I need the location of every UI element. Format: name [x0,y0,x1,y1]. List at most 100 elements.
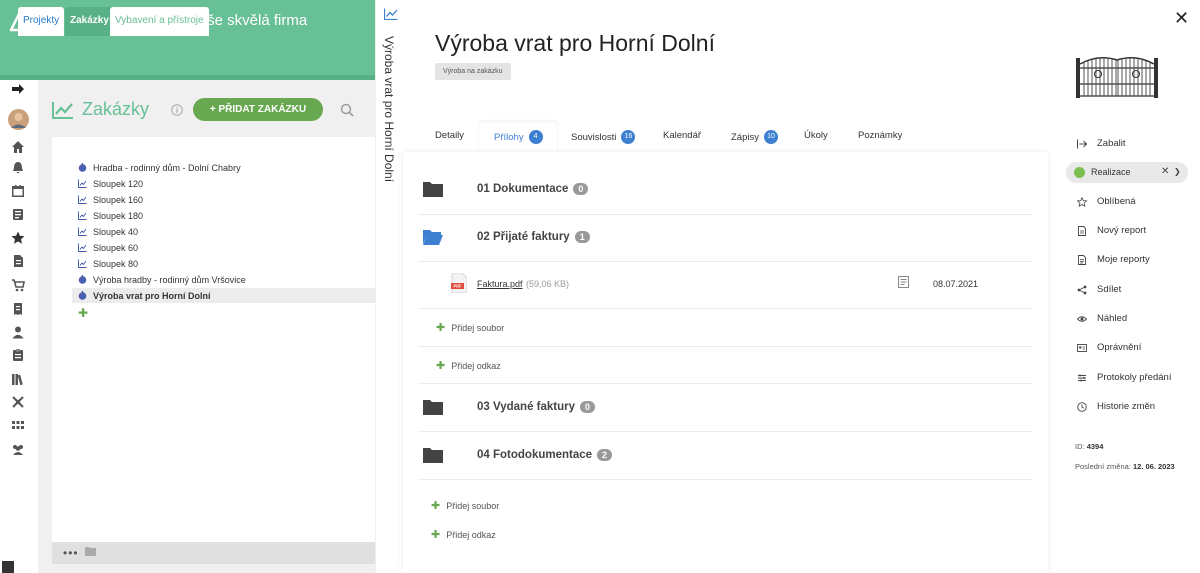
tab-zakazky[interactable]: Zakázky [65,7,114,36]
list-item[interactable]: Sloupek 80 [78,256,375,271]
chart-icon [78,259,87,268]
chart-line-icon [384,8,398,20]
pdf-file-icon: PDF [451,273,467,293]
report-icon [1078,225,1086,236]
list-item[interactable]: Hradba - rodinný dům - Dolní Chabry [78,160,375,175]
action-protokoly-predani[interactable]: Protokoly předání [1077,372,1171,383]
star-icon[interactable] [11,231,25,245]
tab-ukoly[interactable]: Úkoly [804,130,828,141]
share-icon [1077,285,1087,294]
add-file-link[interactable]: ✚ Přidej soubor [436,321,504,334]
list-item[interactable]: Sloupek 120 [78,176,375,191]
divider [418,431,1033,432]
plus-icon: ✚ [431,500,441,512]
tab-prilohy[interactable]: Přílohy 4 [494,130,543,144]
calendar-icon[interactable] [11,184,25,198]
gate-image [1076,57,1158,98]
add-order-button[interactable]: + PŘIDAT ZAKÁZKU [193,98,323,121]
tools-icon[interactable] [11,395,25,409]
folder-icon[interactable] [423,399,443,415]
file-size: (59,06 KB) [526,279,570,289]
list-item[interactable]: Výroba hradby - rodinný dům Vršovice [78,272,375,287]
folder-count-badge: 1 [574,231,590,243]
list-item[interactable]: Sloupek 160 [78,192,375,207]
invoice-icon[interactable] [11,302,25,316]
chevron-down-icon[interactable]: ❯ [1174,167,1181,176]
action-moje-reporty[interactable]: Moje reporty [1077,254,1150,265]
record-id: ID: 4394 [1075,442,1104,451]
info-icon[interactable] [171,104,183,116]
folder-dokumentace[interactable]: 01 Dokumentace 0 [477,183,589,195]
tab-kalendar[interactable]: Kalendář [663,130,701,141]
tab-souvislosti[interactable]: Souvislosti 16 [571,130,636,144]
add-link-link[interactable]: ✚ Přidej odkaz [436,359,501,372]
list-item[interactable]: Sloupek 60 [78,240,375,255]
list-item[interactable]: Sloupek 40 [78,224,375,239]
chart-icon [78,195,87,204]
team-icon[interactable] [11,442,25,456]
action-zabalit[interactable]: Zabalit [1077,138,1126,149]
more-dots-icon[interactable]: ••• [63,546,79,560]
divider [418,261,1033,262]
plus-icon: ✚ [436,322,446,334]
home-icon[interactable] [11,140,25,154]
document-icon[interactable] [11,254,25,268]
folder-small-icon[interactable] [85,546,96,556]
add-file-link[interactable]: ✚ Přidej soubor [431,499,499,512]
clear-status-icon[interactable]: ✕ [1161,166,1169,177]
add-item-plus-icon[interactable]: ✚ [78,306,88,320]
collapse-icon [1077,139,1087,148]
folder-icon[interactable] [423,447,443,463]
close-icon[interactable]: ✕ [1174,8,1189,29]
tab-detaily[interactable]: Detaily [435,130,464,141]
folder-prijate-faktury[interactable]: 02 Přijaté faktury 1 [477,231,590,243]
person-icon[interactable] [11,325,25,339]
chart-icon [78,227,87,236]
folder-vydane-faktury[interactable]: 03 Vydané faktury 0 [477,401,596,413]
plus-icon: ✚ [436,360,446,372]
folder-count-badge: 0 [573,183,589,195]
tab-projekty[interactable]: Projekty [18,7,65,36]
tab-zapisy[interactable]: Zápisy 10 [731,130,778,144]
file-link[interactable]: Faktura.pdf [477,279,523,289]
apps-grid-icon[interactable] [11,418,25,432]
folder-count-badge: 0 [580,401,596,413]
divider [418,308,1033,309]
folder-count-badge: 2 [597,449,613,461]
action-historie-zmen[interactable]: Historie změn [1077,401,1155,412]
chart-icon [78,243,87,252]
tab-vybaveni[interactable]: Vybavení a přístroje [110,7,209,36]
folder-open-icon[interactable] [423,229,443,245]
order-icon [78,275,87,284]
bell-icon[interactable] [11,161,25,175]
tab-count-badge: 16 [621,130,636,144]
action-oblibena[interactable]: Oblíbená [1077,196,1136,207]
list-item-selected[interactable]: Výroba vrat pro Horní Dolní [72,288,375,303]
avatar[interactable] [8,109,29,130]
chart-line-icon [52,101,73,119]
clipboard-icon[interactable] [11,207,25,221]
search-icon[interactable] [340,103,354,117]
expand-arrow-icon[interactable] [11,82,25,96]
vertical-title[interactable]: Výroba vrat pro Horní Dolní [382,36,396,182]
last-change: Poslední změna: 12. 06. 2023 [1075,462,1175,471]
divider [418,383,1033,384]
divider [418,214,1033,215]
action-sdilet[interactable]: Sdílet [1077,284,1121,295]
task-clipboard-icon[interactable] [11,348,25,362]
cart-icon[interactable] [11,278,25,292]
action-novy-report[interactable]: Nový report [1077,225,1146,236]
add-link-link[interactable]: ✚ Přidej odkaz [431,528,496,541]
tab-poznamky[interactable]: Poznámky [858,130,902,141]
status-value: Realizace [1091,167,1131,177]
corner-logo-icon [2,561,14,573]
type-badge[interactable]: Výroba na zakázku [435,63,511,80]
note-icon[interactable] [898,276,909,288]
action-opravneni[interactable]: Oprávnění [1077,342,1141,353]
action-nahled[interactable]: Náhled [1077,313,1127,324]
folder-icon[interactable] [423,181,443,197]
list-item[interactable]: Sloupek 180 [78,208,375,223]
folder-fotodokumentace[interactable]: 04 Fotodokumentace 2 [477,449,613,461]
orders-footer [52,542,375,564]
library-icon[interactable] [11,372,25,386]
